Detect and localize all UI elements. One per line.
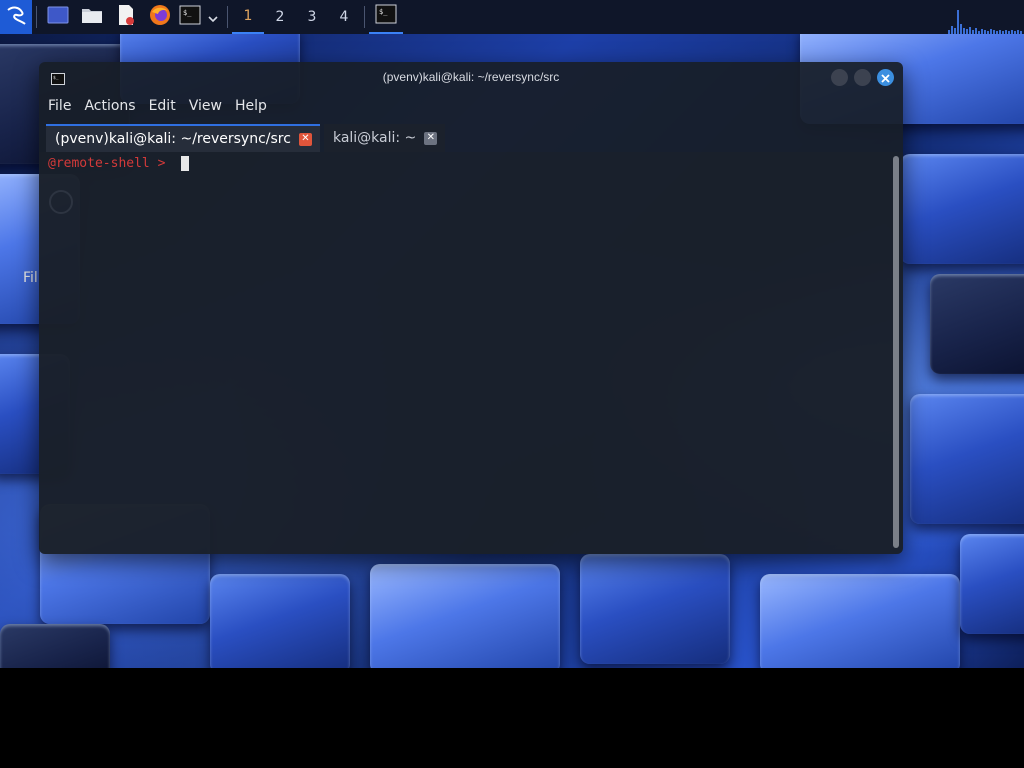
firefox-button[interactable] [143, 0, 177, 34]
show-desktop-icon [47, 6, 69, 28]
menu-edit[interactable]: Edit [149, 98, 176, 114]
show-desktop-button[interactable] [41, 0, 75, 34]
shell-prompt: @remote-shell > [48, 156, 174, 171]
close-tab-icon[interactable]: ✕ [424, 131, 438, 145]
terminal-dropdown-button[interactable] [203, 0, 223, 34]
text-editor-icon [116, 4, 136, 30]
workspace-3[interactable]: 3 [296, 0, 328, 34]
minimize-button[interactable] [831, 69, 848, 86]
menu-help[interactable]: Help [235, 98, 267, 114]
text-editor-button[interactable] [109, 0, 143, 34]
close-button[interactable] [877, 69, 894, 86]
vertical-scrollbar[interactable] [893, 156, 899, 548]
tab-label: kali@kali: ~ [332, 130, 417, 146]
kali-menu-icon [5, 4, 27, 30]
kali-menu-button[interactable] [0, 0, 32, 34]
prompt-line: @remote-shell > [48, 156, 190, 171]
workspace-2[interactable]: 2 [264, 0, 296, 34]
close-tab-icon[interactable]: ✕ [298, 132, 312, 146]
menu-file[interactable]: File [48, 98, 71, 114]
terminal-icon: $_ [375, 4, 397, 28]
desktop-file-label[interactable]: Fil [23, 270, 38, 286]
file-manager-button[interactable] [75, 0, 109, 34]
menu-actions[interactable]: Actions [84, 98, 135, 114]
network-monitor-graph [948, 8, 1024, 34]
tab-pvenv-reversync[interactable]: (pvenv)kali@kali: ~/reversync/src ✕ [46, 124, 320, 152]
svg-text:$_: $_ [183, 9, 192, 17]
workspace-label: 4 [339, 9, 349, 25]
window-title: (pvenv)kali@kali: ~/reversync/src [382, 70, 560, 84]
workspace-label: 1 [243, 8, 253, 24]
tab-label: (pvenv)kali@kali: ~/reversync/src [55, 131, 291, 147]
maximize-button[interactable] [854, 69, 871, 86]
taskbar-terminal-window[interactable]: $_ [369, 0, 403, 34]
terminal-launcher-button[interactable]: $_ [177, 0, 203, 34]
terminal-window[interactable]: $_ (pvenv)kali@kali: ~/reversync/src Fil… [39, 62, 903, 554]
terminal-output-area[interactable]: @remote-shell > [39, 152, 903, 554]
panel-separator [36, 6, 37, 28]
workspace-1[interactable]: 1 [232, 0, 264, 34]
workspace-label: 3 [307, 9, 317, 25]
workspace-4[interactable]: 4 [328, 0, 360, 34]
firefox-icon [149, 4, 171, 30]
file-manager-icon [81, 6, 103, 28]
top-panel: $_ 1 2 3 4 $_ [0, 0, 1024, 34]
screen: Fil $_ 1 2 3 4 $_ $_ (pvenv)kali@kali: ~… [0, 0, 1024, 768]
svg-text:$_: $_ [379, 8, 388, 16]
faded-circle-icon [49, 190, 73, 214]
menu-view[interactable]: View [189, 98, 222, 114]
screen-bottom-black-area [0, 668, 1024, 768]
terminal-icon: $_ [179, 5, 201, 29]
text-cursor [181, 156, 190, 171]
workspace-label: 2 [275, 9, 285, 25]
panel-separator [364, 6, 365, 28]
panel-separator [227, 6, 228, 28]
terminal-tabbar: (pvenv)kali@kali: ~/reversync/src ✕ kali… [39, 120, 903, 152]
terminal-menubar: File Actions Edit View Help [39, 92, 903, 120]
tab-kali-home[interactable]: kali@kali: ~ ✕ [323, 124, 446, 152]
close-icon [881, 68, 890, 87]
chevron-down-icon [208, 8, 218, 27]
terminal-titlebar[interactable]: $_ (pvenv)kali@kali: ~/reversync/src [39, 62, 903, 92]
